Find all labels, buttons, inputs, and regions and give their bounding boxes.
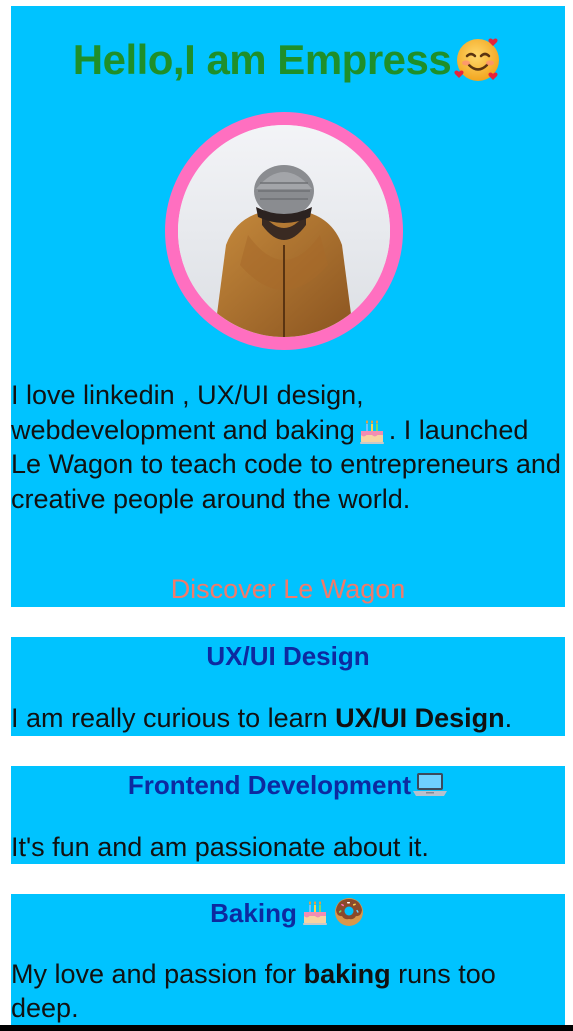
skill-title: Baking: [11, 898, 565, 929]
discover-le-wagon-link[interactable]: Discover Le Wagon: [11, 574, 565, 605]
skill-text: My love and passion for baking runs too …: [11, 957, 561, 1025]
skill-card-ux-ui: UX/UI Design I am really curious to lear…: [11, 637, 565, 736]
skill-text-part2: .: [504, 703, 513, 733]
bottom-border: [0, 1025, 573, 1031]
avatar: [165, 112, 403, 350]
skill-text-part1: I am really curious to learn: [11, 703, 336, 733]
skill-text-bold: UX/UI Design: [335, 703, 505, 733]
skill-text-bold: baking: [303, 959, 391, 989]
skill-card-frontend: Frontend Development It's fun and am pas…: [11, 766, 565, 864]
page-title: Hello,I am Empress: [11, 36, 565, 84]
birthday-cake-icon: [300, 897, 330, 927]
laptop-icon: [412, 770, 448, 798]
bio-text-part1: I love linkedin , UX/UI design, webdevel…: [11, 380, 364, 445]
smiling-face-with-hearts-icon: [453, 34, 503, 84]
bio-text: I love linkedin , UX/UI design, webdevel…: [11, 378, 561, 516]
skill-title: Frontend Development: [11, 770, 565, 801]
donut-icon: [332, 895, 366, 929]
skill-card-baking: Baking My love and passion for baking ru…: [11, 894, 565, 1025]
profile-photo: [178, 125, 390, 337]
skill-title-text: Frontend Development: [127, 770, 412, 800]
skill-text: It's fun and am passionate about it.: [11, 832, 429, 862]
skill-title-text: Baking: [210, 898, 297, 928]
skill-text-part1: My love and passion for: [11, 959, 304, 989]
profile-card: Hello,I am Empress I love linkedin , UX/…: [11, 6, 565, 607]
skill-text: I am really curious to learn UX/UI Desig…: [11, 701, 561, 735]
skill-title: UX/UI Design: [206, 641, 370, 671]
page-title-text: Hello,I am Empress: [72, 36, 452, 83]
birthday-cake-icon: [357, 416, 387, 446]
